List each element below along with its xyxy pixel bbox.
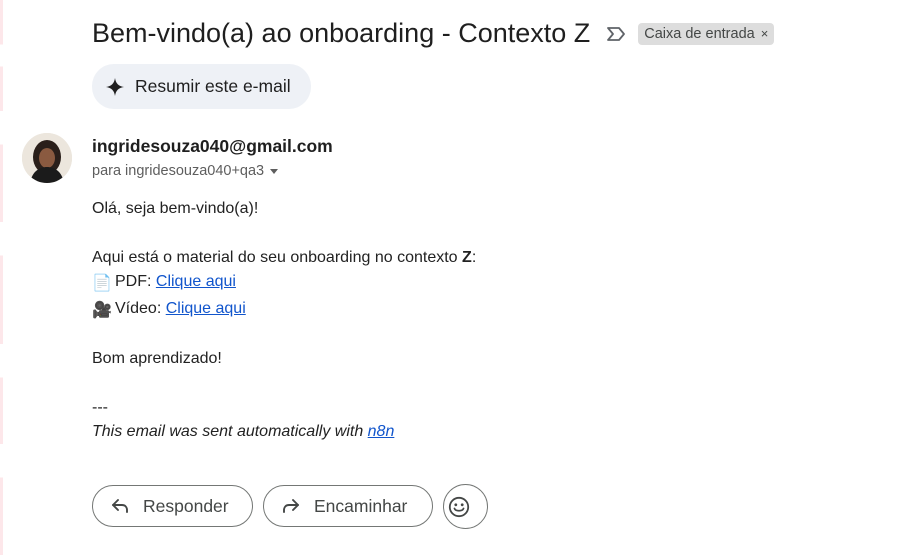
sender-address: ingridesouza040@gmail.com	[92, 136, 333, 156]
intro-suffix: :	[471, 248, 477, 266]
reply-icon	[112, 499, 128, 513]
summarize-button[interactable]: Resumir este e-mail	[92, 64, 311, 109]
intro-text: Aqui está o material do seu onboarding n…	[92, 248, 463, 266]
label-chip-inbox: Caixa de entrada ×	[638, 22, 775, 45]
pdf-prefix: PDF:	[115, 273, 156, 290]
avatar-photo-icon	[22, 133, 72, 183]
remove-label-icon[interactable]: ×	[761, 26, 769, 41]
sparkle-icon	[106, 77, 124, 96]
email-body: Olá, seja bem-vindo(a)! Aqui está o mate…	[92, 197, 476, 445]
body-greeting: Olá, seja bem-vindo(a)!	[92, 200, 259, 217]
reply-button[interactable]: Responder	[92, 485, 253, 527]
recipient-text: para ingridesouza040+qa3	[92, 163, 265, 179]
recipient-line: para ingridesouza040+qa3	[92, 163, 279, 179]
body-separator: ---	[92, 398, 108, 416]
video-prefix: Vídeo:	[115, 299, 166, 317]
forward-button[interactable]: Encaminhar	[263, 485, 433, 527]
body-video-line: 🎥 Vídeo: Clique aqui	[92, 297, 476, 324]
body-closing: Bom aprendizado!	[92, 350, 222, 367]
footer-text: This email was sent automatically with	[92, 423, 368, 440]
n8n-link[interactable]: n8n	[368, 423, 395, 440]
subject-row: Bem-vindo(a) ao onboarding - Contexto Z …	[92, 18, 775, 49]
body-footer: This email was sent automatically with n…	[92, 420, 476, 445]
recipient-details-chevron-down-icon[interactable]	[270, 168, 279, 174]
summarize-label: Resumir este e-mail	[135, 76, 291, 96]
sender-avatar[interactable]	[22, 133, 72, 183]
emoji-reaction-button[interactable]	[443, 484, 488, 529]
pdf-link[interactable]: Clique aqui	[156, 273, 236, 290]
label-chip-text: Caixa de entrada	[644, 25, 755, 42]
smiley-icon	[448, 496, 470, 517]
video-camera-icon: 🎥	[92, 301, 112, 319]
video-link[interactable]: Clique aqui	[166, 300, 246, 317]
reply-label: Responder	[143, 495, 229, 516]
left-edge-strip	[0, 0, 3, 555]
forward-icon	[283, 499, 299, 513]
document-icon: 📄	[92, 275, 112, 292]
body-pdf-line: 📄 PDF: Clique aqui	[92, 270, 476, 297]
forward-label: Encaminhar	[314, 495, 408, 516]
email-subject: Bem-vindo(a) ao onboarding - Contexto Z	[92, 18, 591, 48]
intro-context-bold: Z	[462, 248, 472, 266]
importance-marker-icon[interactable]	[606, 26, 626, 42]
email-actions: Responder Encaminhar	[92, 484, 488, 529]
body-intro: Aqui está o material do seu onboarding n…	[92, 246, 476, 271]
